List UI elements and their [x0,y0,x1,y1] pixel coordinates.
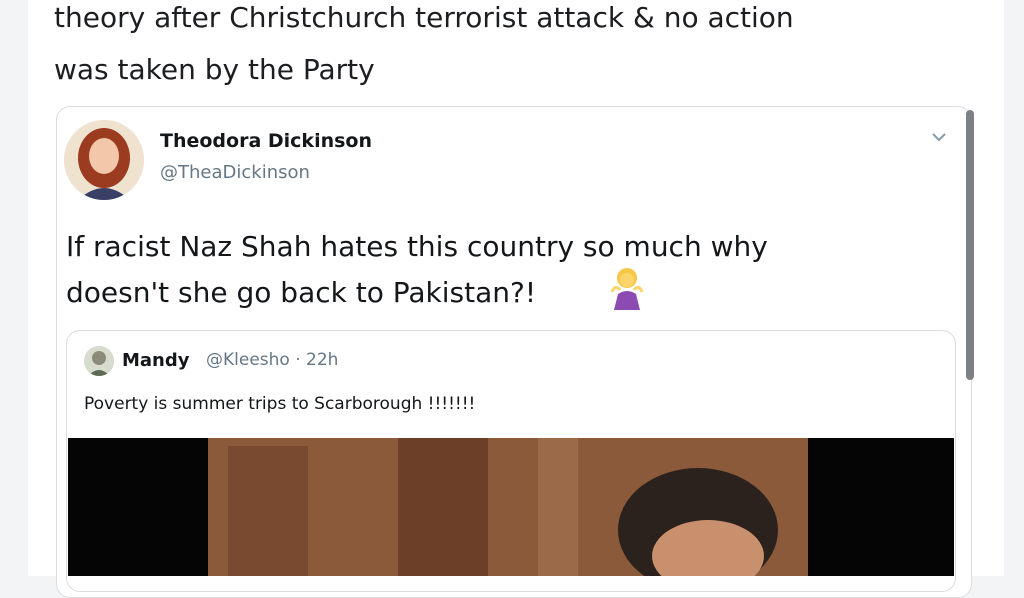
author-handle[interactable]: @TheaDickinson [160,162,310,183]
quoted-author-avatar[interactable] [84,346,114,376]
outer-tweet-line-1: theory after Christchurch terrorist atta… [54,1,794,34]
quoted-author-handle[interactable]: @Kleesho · 22h [206,350,338,370]
author-name[interactable]: Theodora Dickinson [160,130,372,152]
video-frame [68,438,954,576]
author-avatar[interactable] [64,120,144,200]
person-shrugging-icon [610,268,644,310]
chevron-down-icon[interactable] [930,130,948,144]
tweet-text-line-1: If racist Naz Shah hates this country so… [66,230,768,263]
tweet-text-line-2: doesn't she go back to Pakistan?! [66,276,537,309]
outer-tweet-line-2: was taken by the Party [54,53,375,86]
quoted-tweet-text: Poverty is summer trips to Scarborough !… [84,394,476,414]
scrollbar[interactable] [966,110,974,380]
quoted-author-name[interactable]: Mandy [122,350,190,371]
video-player[interactable] [68,438,954,576]
